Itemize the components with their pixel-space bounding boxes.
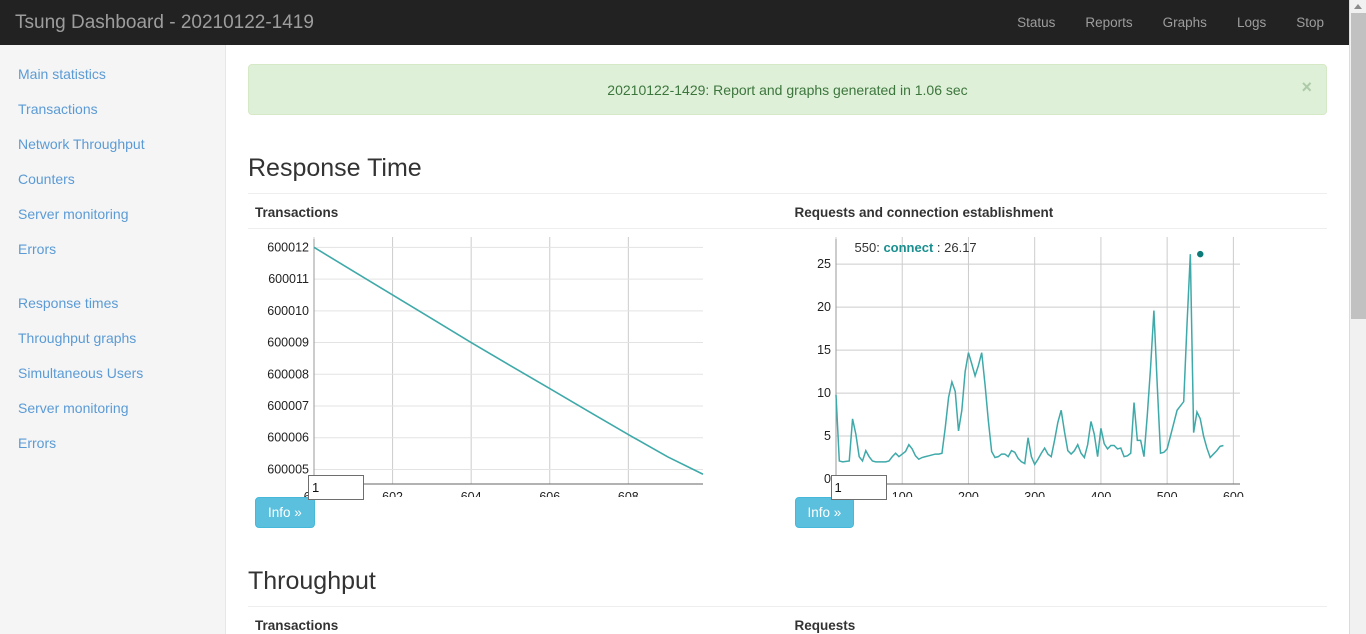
sidebar-item-simultaneous-users[interactable]: Simultaneous Users [0, 356, 225, 391]
sidebar-item-errors[interactable]: Errors [0, 232, 225, 267]
section-throughput: Throughput Transactions 0.8 [248, 566, 1327, 634]
legend-x-label: 550: [854, 240, 880, 255]
svg-text:300: 300 [1024, 490, 1045, 497]
svg-text:600008: 600008 [267, 367, 309, 381]
chart-requests[interactable]: 0510152025 0100200300400500600 550: conn… [788, 229, 1328, 500]
response-time-chart-row: Transactions 600005 600006 600007 600008 600… [248, 194, 1327, 528]
scrollbar-thumb[interactable] [1351, 13, 1366, 319]
sidebar-item-throughput-graphs[interactable]: Throughput graphs [0, 321, 225, 356]
svg-text:15: 15 [817, 343, 831, 357]
svg-text:600: 600 [1222, 490, 1243, 497]
chart-title-throughput-requests: Requests [794, 618, 856, 633]
chart-requests-legend: 550: connect : 26.17 [855, 240, 977, 255]
close-icon[interactable]: × [1301, 78, 1312, 96]
page-title-throughput: Throughput [248, 567, 376, 595]
report-status-alert: 20210122-1429: Report and graphs generat… [248, 64, 1327, 115]
nav-link-logs[interactable]: Logs [1222, 0, 1281, 45]
svg-text:608: 608 [618, 490, 639, 497]
sidebar-item-main-statistics[interactable]: Main statistics [0, 57, 225, 92]
svg-text:604: 604 [461, 490, 482, 497]
legend-value: : 26.17 [936, 240, 977, 255]
svg-text:600006: 600006 [267, 431, 309, 445]
nav-link-reports[interactable]: Reports [1070, 0, 1147, 45]
chart-transactions-value-input[interactable] [308, 475, 364, 500]
svg-text:606: 606 [539, 490, 560, 497]
sidebar-item-errors-2[interactable]: Errors [0, 426, 225, 461]
sidebar: Main statistics Transactions Network Thr… [0, 45, 226, 634]
nav-link-status[interactable]: Status [1002, 0, 1070, 45]
top-navbar: Tsung Dashboard - 20210122-1419 Status R… [0, 0, 1349, 45]
svg-text:400: 400 [1090, 490, 1111, 497]
sidebar-item-counters[interactable]: Counters [0, 162, 225, 197]
throughput-chart-row: Transactions 0.8 Requests [248, 607, 1327, 634]
chart-card-throughput-requests: Requests [788, 607, 1328, 634]
svg-text:200: 200 [958, 490, 979, 497]
chart-card-throughput-transactions: Transactions 0.8 [248, 607, 788, 634]
main-content: 20210122-1429: Report and graphs generat… [226, 45, 1349, 634]
chart-requests-value-input[interactable] [830, 475, 887, 500]
svg-text:20: 20 [817, 300, 831, 314]
legend-series-name: connect [883, 240, 934, 255]
info-button-transactions[interactable]: Info » [255, 497, 315, 528]
chart-title-requests: Requests and connection establishment [794, 205, 1054, 220]
chart-transactions-svg: 600005 600006 600007 600008 600009 600010 6000… [267, 237, 704, 497]
navbar-links: Status Reports Graphs Logs Stop [1002, 0, 1339, 45]
chart-card-requests: Requests and connection establishment 0 5… [787, 194, 1328, 528]
info-button-requests[interactable]: Info » [794, 497, 855, 528]
svg-text:10: 10 [817, 386, 831, 400]
sidebar-item-server-monitoring-2[interactable]: Server monitoring [0, 391, 225, 426]
sidebar-group-divider [0, 267, 225, 286]
svg-text:600011: 600011 [268, 272, 309, 286]
svg-text:600005: 600005 [267, 462, 309, 476]
svg-text:25: 25 [817, 257, 831, 271]
navbar-brand[interactable]: Tsung Dashboard - 20210122-1419 [15, 0, 314, 45]
chart-requests-svg: 0510152025 0100200300400500600 [817, 237, 1243, 497]
chart-title-transactions: Transactions [255, 205, 339, 220]
svg-text:100: 100 [891, 490, 912, 497]
alert-message: 20210122-1429: Report and graphs generat… [607, 81, 968, 98]
svg-text:500: 500 [1156, 490, 1177, 497]
vertical-scrollbar[interactable] [1349, 0, 1366, 634]
svg-text:600009: 600009 [267, 336, 309, 350]
svg-text:600007: 600007 [267, 399, 309, 413]
svg-text:0: 0 [824, 472, 831, 486]
chart-title-throughput-transactions: Transactions [255, 618, 339, 633]
svg-text:5: 5 [824, 429, 831, 443]
sidebar-item-server-monitoring[interactable]: Server monitoring [0, 197, 225, 232]
svg-text:602: 602 [382, 490, 403, 497]
section-response-time: Response Time Transactions 600005 600006 6… [248, 153, 1327, 528]
svg-text:600012: 600012 [267, 240, 309, 254]
chevron-up-icon[interactable] [1350, 0, 1366, 12]
page-title-response-time: Response Time [248, 154, 422, 182]
chart-card-transactions: Transactions 600005 600006 600007 600008 600… [248, 194, 788, 528]
sidebar-item-network-throughput[interactable]: Network Throughput [0, 127, 225, 162]
chart-transactions[interactable]: 600005 600006 600007 600008 600009 600010 6000… [248, 229, 788, 500]
sidebar-item-response-times[interactable]: Response times [0, 286, 225, 321]
nav-link-graphs[interactable]: Graphs [1148, 0, 1222, 45]
svg-text:600010: 600010 [267, 304, 309, 318]
nav-link-stop[interactable]: Stop [1281, 0, 1339, 45]
sidebar-item-transactions[interactable]: Transactions [0, 92, 225, 127]
